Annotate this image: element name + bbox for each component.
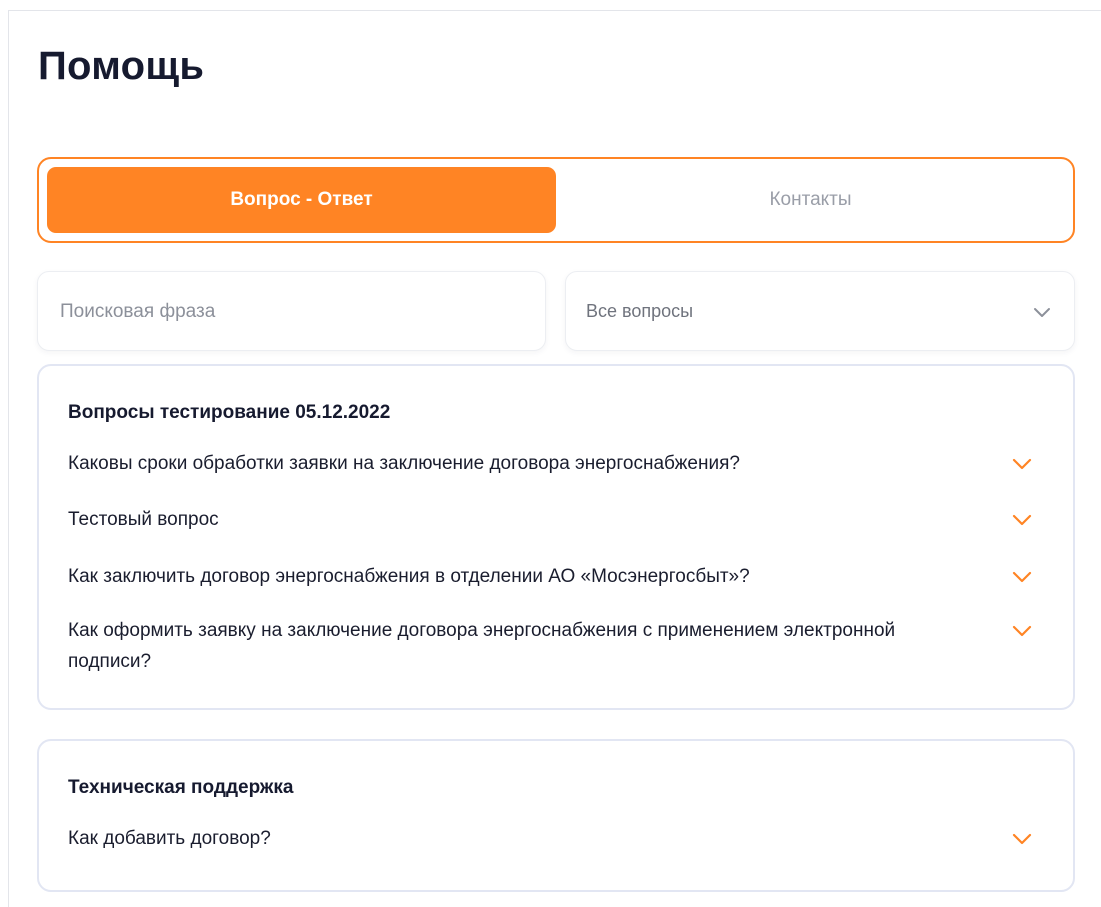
question-text: Каковы сроки обработки заявки на заключе… (68, 453, 740, 474)
faq-section-testing: Вопросы тестирование 05.12.2022 Каковы с… (37, 364, 1075, 710)
tab-switcher: Вопрос - Ответ Контакты (37, 157, 1075, 243)
question-text: Как заключить договор энергоснабжения в … (68, 566, 750, 587)
faq-question[interactable]: Тестовый вопрос (68, 504, 1033, 535)
question-text: Как оформить заявку на заключение догово… (68, 620, 896, 672)
faq-question[interactable]: Как добавить договор? (68, 823, 1033, 854)
question-text: Тестовый вопрос (68, 509, 219, 530)
chevron-down-icon[interactable] (1011, 622, 1033, 640)
chevron-down-icon[interactable] (1011, 511, 1033, 529)
faq-section-support: Техническая поддержка Как добавить догов… (37, 739, 1075, 892)
search-box (37, 271, 546, 351)
faq-question[interactable]: Как заключить договор энергоснабжения в … (68, 561, 1033, 592)
faq-question[interactable]: Как оформить заявку на заключение догово… (68, 615, 1033, 677)
search-input[interactable] (58, 294, 522, 330)
section-title: Техническая поддержка (68, 777, 294, 798)
question-text: Как добавить договор? (68, 828, 271, 849)
category-select-value: Все вопросы (586, 301, 694, 321)
section-title: Вопросы тестирование 05.12.2022 (68, 402, 391, 423)
page-title: Помощь (38, 44, 205, 88)
chevron-down-icon (1034, 308, 1050, 317)
tab-contacts[interactable]: Контакты (556, 167, 1065, 233)
chevron-down-icon[interactable] (1011, 568, 1033, 586)
faq-question[interactable]: Каковы сроки обработки заявки на заключе… (68, 448, 1033, 479)
chevron-down-icon[interactable] (1011, 830, 1033, 848)
category-select[interactable]: Все вопросы (565, 271, 1075, 351)
tab-faq[interactable]: Вопрос - Ответ (47, 167, 556, 233)
chevron-down-icon[interactable] (1011, 455, 1033, 473)
